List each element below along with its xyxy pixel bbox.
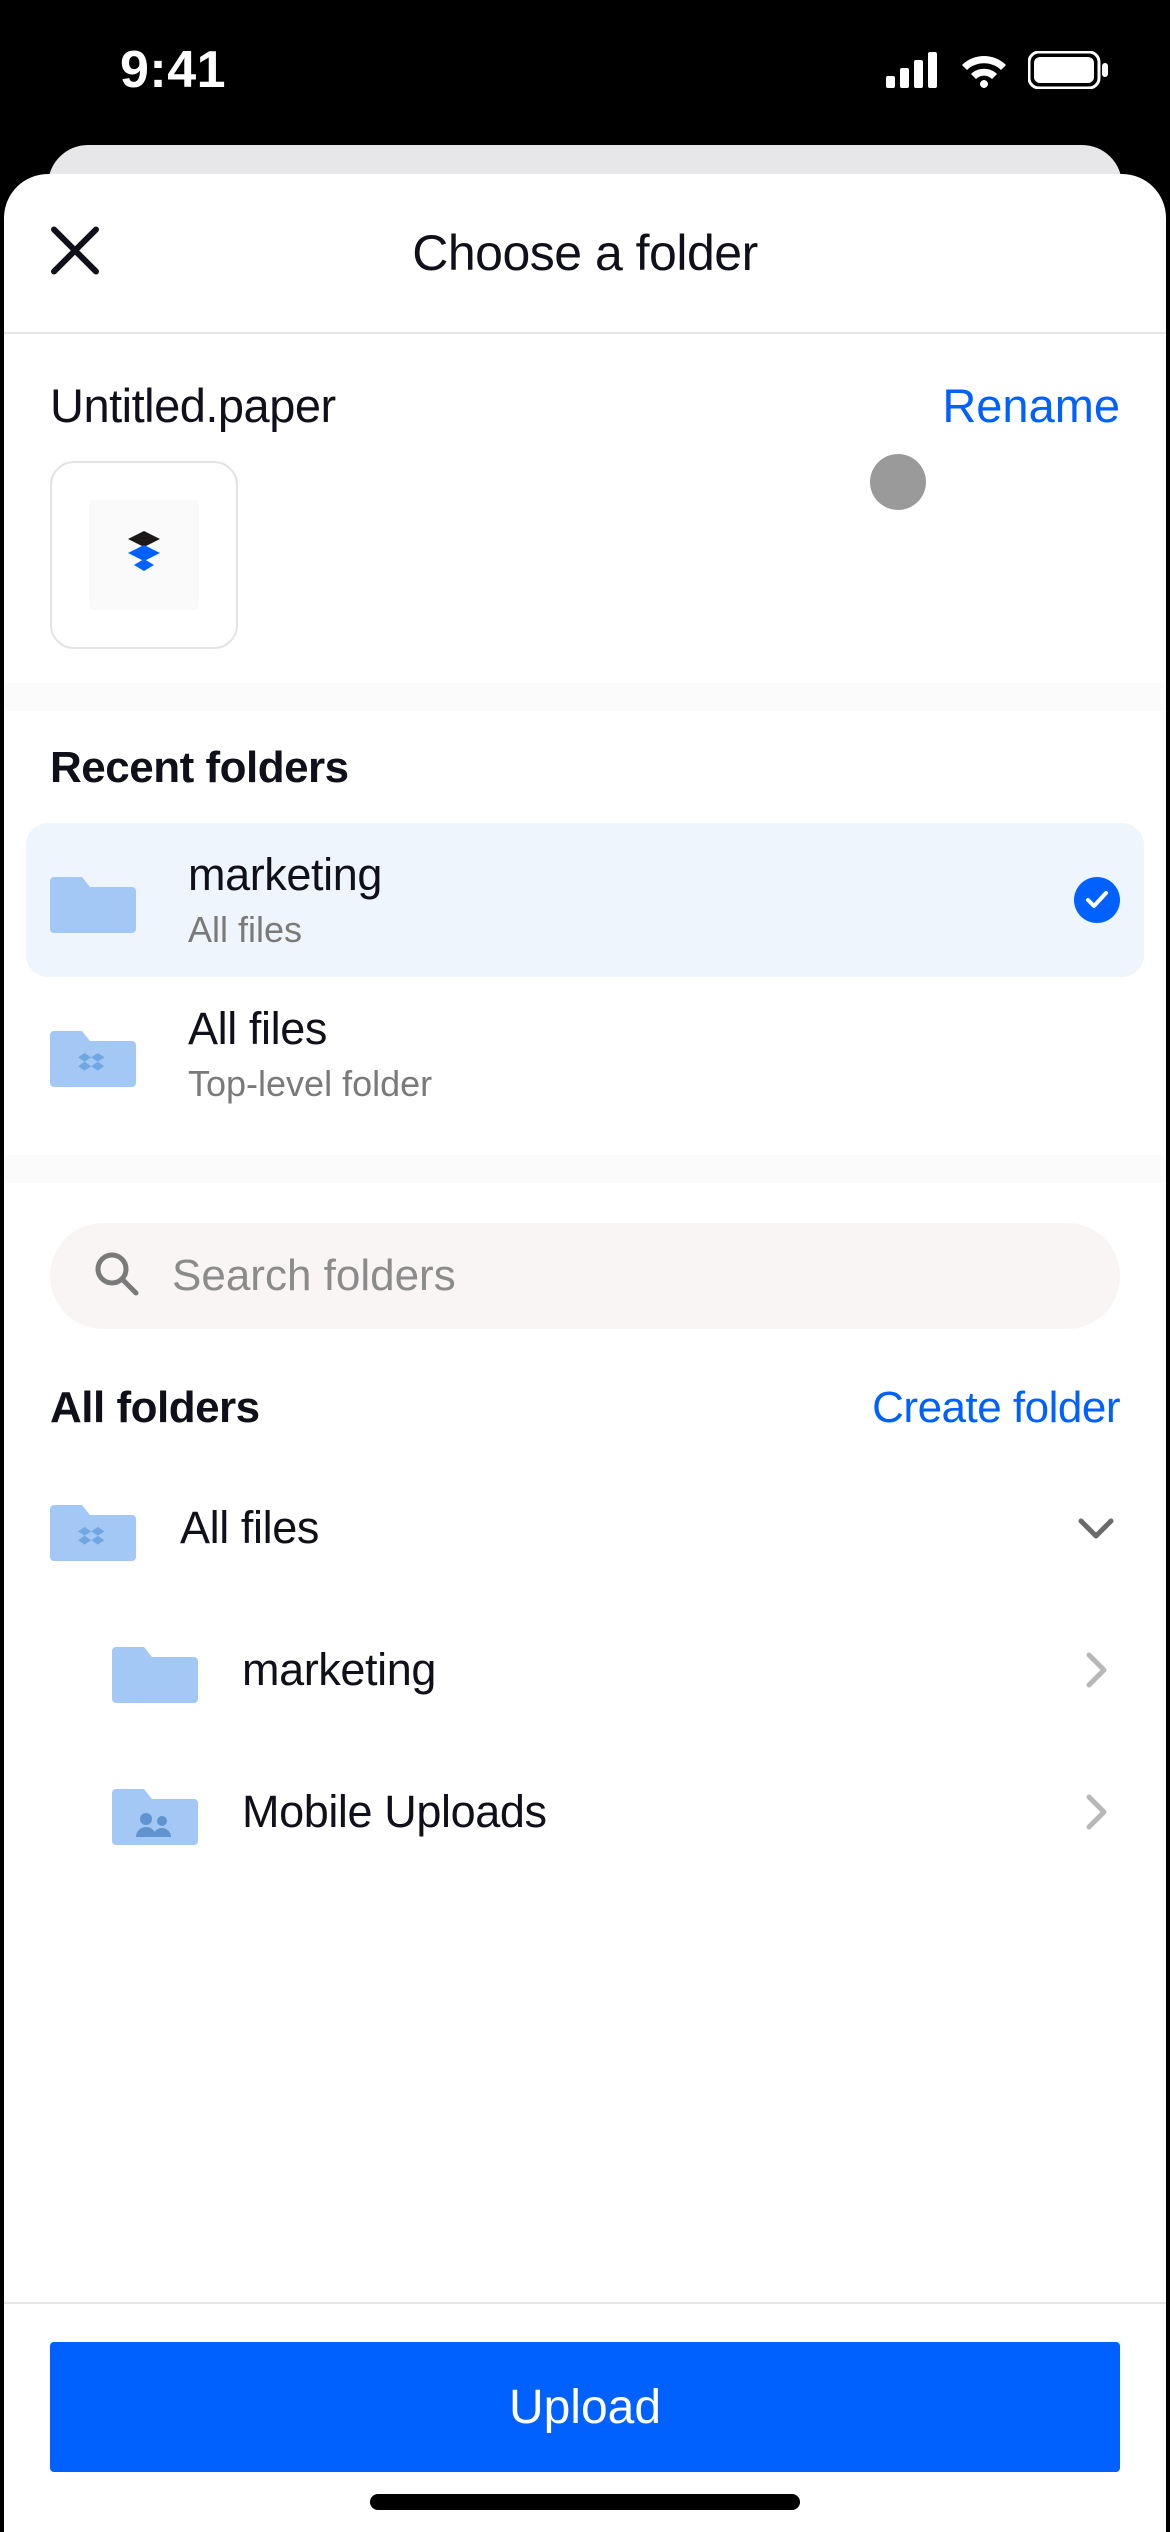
battery-icon — [1028, 51, 1110, 89]
all-folders-heading: All folders — [50, 1383, 260, 1433]
folder-icon — [50, 857, 136, 943]
search-input[interactable] — [172, 1251, 1078, 1301]
status-bar: 9:41 — [0, 0, 1170, 140]
close-icon — [46, 267, 104, 284]
dropbox-folder-icon — [50, 1485, 136, 1571]
choose-folder-modal: Choose a folder Untitled.paper Rename Re… — [4, 174, 1166, 2532]
search-bar[interactable] — [50, 1223, 1120, 1329]
recent-folders-section: Recent folders marketing All files — [4, 711, 1166, 1155]
bottom-bar: Upload — [4, 2302, 1166, 2532]
all-folders-header: All folders Create folder — [4, 1341, 1166, 1457]
cellular-icon — [886, 52, 940, 88]
section-divider — [4, 1155, 1166, 1183]
decorative-dot — [870, 454, 926, 510]
file-thumbnail[interactable] — [50, 461, 238, 649]
recent-folders-heading: Recent folders — [4, 743, 1166, 823]
wifi-icon — [958, 51, 1010, 89]
folder-tree: All files marketing — [4, 1457, 1166, 1883]
modal-header: Choose a folder — [4, 174, 1166, 334]
recent-folder-sub: All files — [188, 909, 1074, 951]
folder-icon — [112, 1627, 198, 1713]
create-folder-button[interactable]: Create folder — [872, 1383, 1120, 1433]
tree-row[interactable]: All files — [50, 1457, 1120, 1599]
tree-row[interactable]: Mobile Uploads — [50, 1741, 1120, 1883]
close-button[interactable] — [46, 222, 104, 285]
filename-label: Untitled.paper — [50, 378, 336, 433]
upload-button-label: Upload — [509, 2380, 661, 2435]
tree-row[interactable]: marketing — [50, 1599, 1120, 1741]
recent-folder-name: marketing — [188, 849, 1074, 901]
tree-row-label: Mobile Uploads — [242, 1786, 1028, 1838]
selected-check-icon — [1074, 877, 1120, 923]
search-section — [4, 1183, 1166, 1341]
dropbox-folder-icon — [50, 1011, 136, 1097]
rename-button[interactable]: Rename — [942, 378, 1120, 433]
home-indicator[interactable] — [370, 2494, 800, 2510]
chevron-right-icon[interactable] — [1072, 1646, 1120, 1694]
status-right-icons — [886, 51, 1110, 89]
paper-doc-icon — [89, 500, 199, 610]
recent-folder-name: All files — [188, 1003, 1120, 1055]
section-divider — [4, 683, 1166, 711]
chevron-right-icon[interactable] — [1072, 1788, 1120, 1836]
file-section: Untitled.paper Rename — [4, 334, 1166, 683]
search-icon — [92, 1249, 140, 1302]
status-time: 9:41 — [120, 40, 226, 100]
recent-folder-item[interactable]: marketing All files — [26, 823, 1144, 977]
recent-folder-item[interactable]: All files Top-level folder — [26, 977, 1144, 1131]
shared-folder-icon — [112, 1769, 198, 1855]
upload-button[interactable]: Upload — [50, 2342, 1120, 2472]
tree-row-label: marketing — [242, 1644, 1028, 1696]
tree-row-label: All files — [180, 1502, 1028, 1554]
recent-folder-sub: Top-level folder — [188, 1063, 1120, 1105]
modal-title: Choose a folder — [412, 224, 758, 282]
chevron-down-icon[interactable] — [1072, 1504, 1120, 1552]
